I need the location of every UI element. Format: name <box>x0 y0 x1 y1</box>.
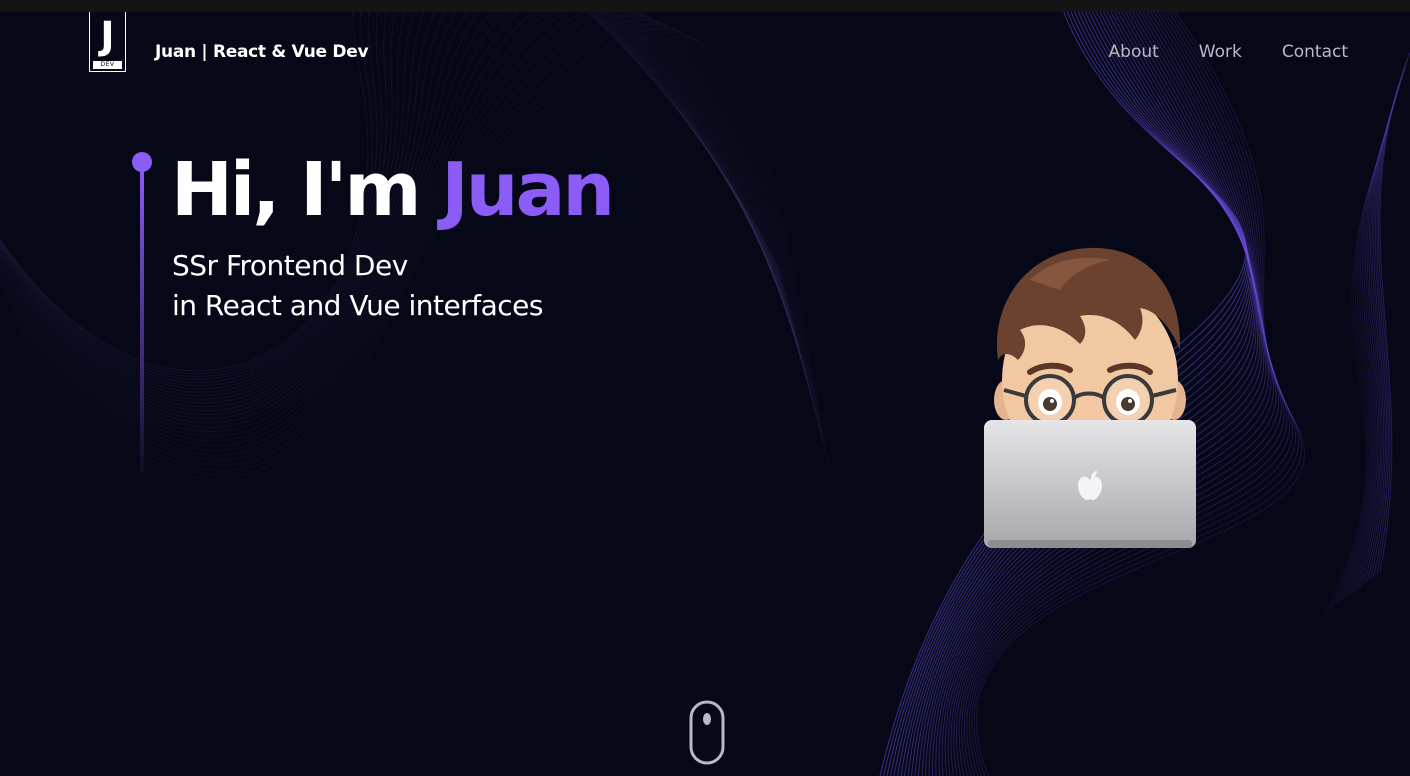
hero-title: Hi, I'm Juan <box>171 144 615 236</box>
timeline-line <box>140 168 144 473</box>
hero-subtitle: SSr Frontend Dev in React and Vue interf… <box>172 246 543 326</box>
logo[interactable]: J DEV <box>89 12 126 72</box>
memoji-avatar <box>984 247 1196 548</box>
nav-item-about[interactable]: About <box>1109 40 1159 64</box>
nav-item-work[interactable]: Work <box>1199 40 1242 64</box>
mouse-scroll-icon[interactable] <box>689 700 725 765</box>
hero-name: Juan <box>441 147 615 233</box>
window-top-strip <box>0 0 1410 12</box>
logo-letter: J <box>100 14 115 58</box>
logo-tag: DEV <box>93 61 122 69</box>
hero-subtitle-line-1: SSr Frontend Dev <box>172 249 408 282</box>
nav-item-contact[interactable]: Contact <box>1282 40 1348 64</box>
main-nav: About Work Contact <box>1109 40 1348 64</box>
hero-greeting: Hi, I'm <box>171 147 442 233</box>
brand-title[interactable]: Juan | React & Vue Dev <box>155 41 369 63</box>
hero-subtitle-line-2: in React and Vue interfaces <box>172 289 543 322</box>
